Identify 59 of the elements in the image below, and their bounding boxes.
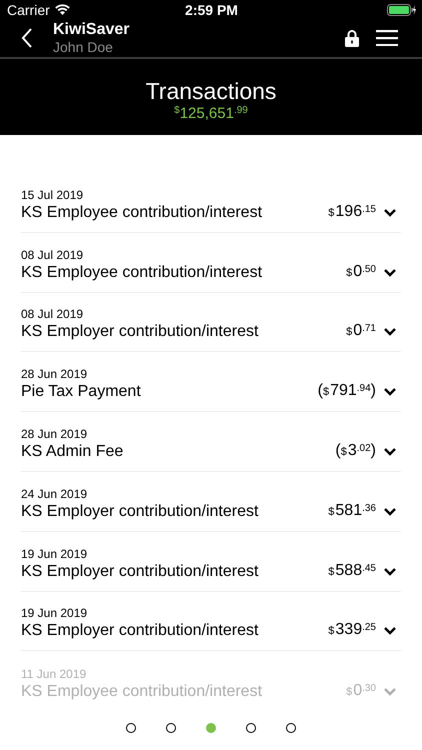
transaction-row[interactable]: 08 Jul 2019 KS Employee contribution/interest $0$^{.50}$ <box>21 232 401 293</box>
transaction-amount: $339$^{.25}$ <box>328 620 376 640</box>
battery-charging-icon <box>386 4 416 16</box>
nav-title: KiwiSaver <box>53 20 130 40</box>
account-holder: John Doe <box>53 39 114 56</box>
balance-amount: $^{$}$125,651$^{.99}$ <box>174 105 248 124</box>
transaction-date: 28 Jun 2019 <box>21 366 88 382</box>
chevron-down-icon[interactable] <box>384 208 396 217</box>
lock-icon[interactable] <box>345 29 359 48</box>
wifi-icon <box>54 4 70 15</box>
transaction-description: KS Employer contribution/interest <box>21 621 260 642</box>
page-dot[interactable] <box>246 722 256 733</box>
transaction-amount: $0$^{.50}$ <box>346 262 376 282</box>
transaction-row[interactable]: 08 Jul 2019 KS Employer contribution/interest $0$^{.71}$ <box>21 292 401 352</box>
transaction-amount: ($791$^{.94}$) <box>318 381 376 402</box>
transaction-description: KS Employer contribution/interest <box>21 502 260 522</box>
transaction-row[interactable]: 19 Jun 2019 KS Employer contribution/interest $339$^{.25}$ <box>21 592 401 652</box>
chevron-down-icon[interactable] <box>384 508 396 516</box>
transaction-row[interactable]: 28 Jun 2019 Pie Tax Payment ($791$^{.94}$) <box>21 352 401 412</box>
chevron-down-icon[interactable] <box>384 568 396 576</box>
transaction-date: 24 Jun 2019 <box>21 486 88 502</box>
carrier-label: Carrier <box>7 2 50 18</box>
transaction-date: 19 Jun 2019 <box>21 605 88 622</box>
transaction-description: Pie Tax Payment <box>21 382 142 402</box>
transaction-amount: $588$^{.45}$ <box>328 560 376 581</box>
transaction-date: 11 Jun 2019 <box>21 666 88 682</box>
page-dot[interactable] <box>166 722 176 733</box>
transaction-description: KS Employee contribution/interest <box>21 202 264 223</box>
transaction-row[interactable]: 28 Jun 2019 KS Admin Fee ($3$^{.02}$) <box>21 412 401 472</box>
transaction-amount: $581$^{.36}$ <box>328 500 376 521</box>
chevron-down-icon[interactable] <box>384 627 396 636</box>
transaction-amount: ($3$^{.02}$) <box>335 440 376 461</box>
back-icon[interactable] <box>21 28 33 48</box>
transaction-description: KS Employer contribution/interest <box>21 562 260 582</box>
transaction-amount: $196$^{.15}$ <box>328 202 376 222</box>
transaction-description: KS Admin Fee <box>21 442 124 462</box>
page-dot[interactable] <box>126 722 136 733</box>
status-time: 2:59 PM <box>185 2 238 18</box>
chevron-down-icon[interactable] <box>384 268 396 277</box>
transaction-date: 28 Jun 2019 <box>21 426 88 442</box>
page-title: Transactions <box>146 77 276 106</box>
transaction-amount: $0$^{.30}$ <box>346 681 376 702</box>
menu-icon[interactable] <box>376 30 398 46</box>
transaction-row[interactable]: 19 Jun 2019 KS Employer contribution/interest $588$^{.45}$ <box>21 532 401 592</box>
page-dot[interactable] <box>286 722 296 733</box>
transaction-row[interactable]: 24 Jun 2019 KS Employer contribution/interest $581$^{.36}$ <box>21 472 401 532</box>
transaction-description: KS Employer contribution/interest <box>21 322 260 342</box>
transaction-description: KS Employee contribution/interest <box>21 262 264 283</box>
transaction-date: 19 Jun 2019 <box>21 546 88 562</box>
transaction-row[interactable]: 15 Jul 2019 KS Employee contribution/interest $196$^{.15}$ <box>21 172 401 233</box>
transaction-date: 08 Jul 2019 <box>21 306 84 322</box>
chevron-down-icon[interactable] <box>384 328 396 336</box>
transaction-date: 08 Jul 2019 <box>21 246 84 263</box>
transaction-amount: $0$^{.71}$ <box>346 321 376 342</box>
chevron-down-icon[interactable] <box>384 448 396 456</box>
transaction-description: KS Employee contribution/interest <box>21 682 264 702</box>
page-dot[interactable] <box>206 722 216 733</box>
transaction-date: 15 Jul 2019 <box>21 186 84 203</box>
chevron-down-icon[interactable] <box>384 388 396 396</box>
